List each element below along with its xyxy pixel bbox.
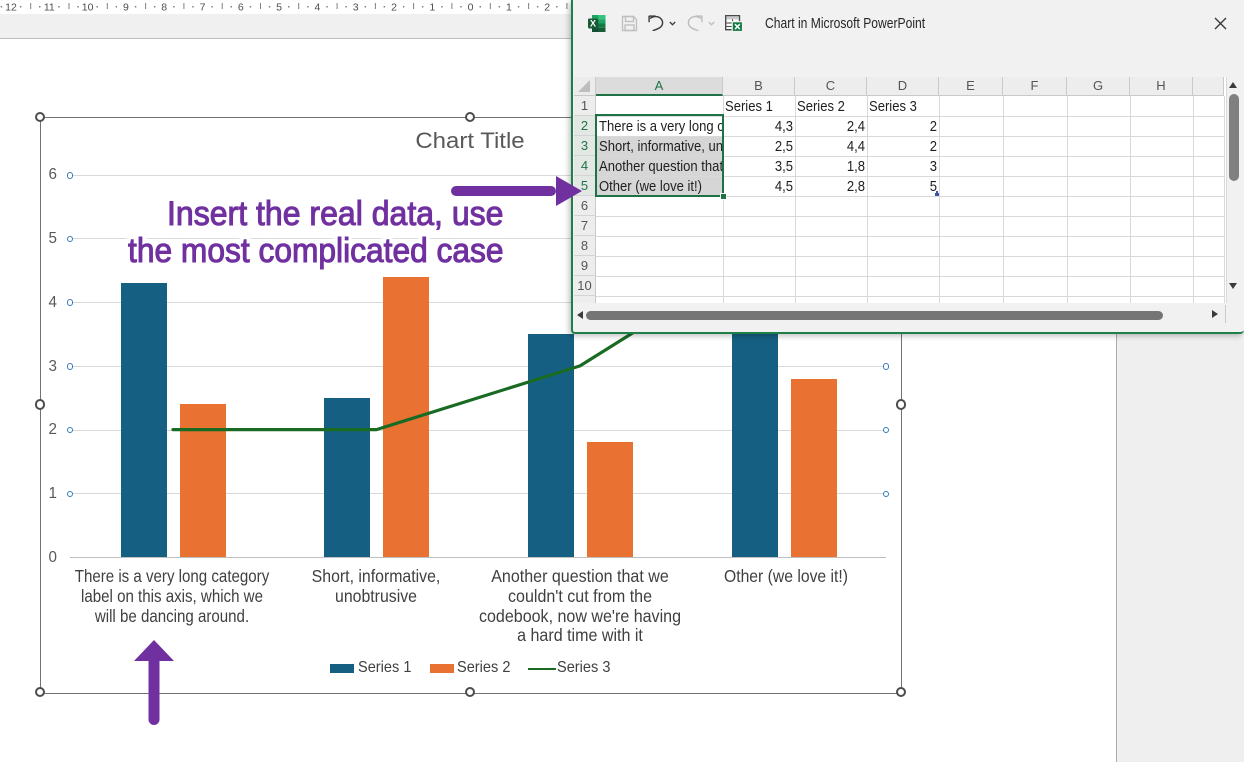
svg-text:X: X xyxy=(589,19,595,29)
